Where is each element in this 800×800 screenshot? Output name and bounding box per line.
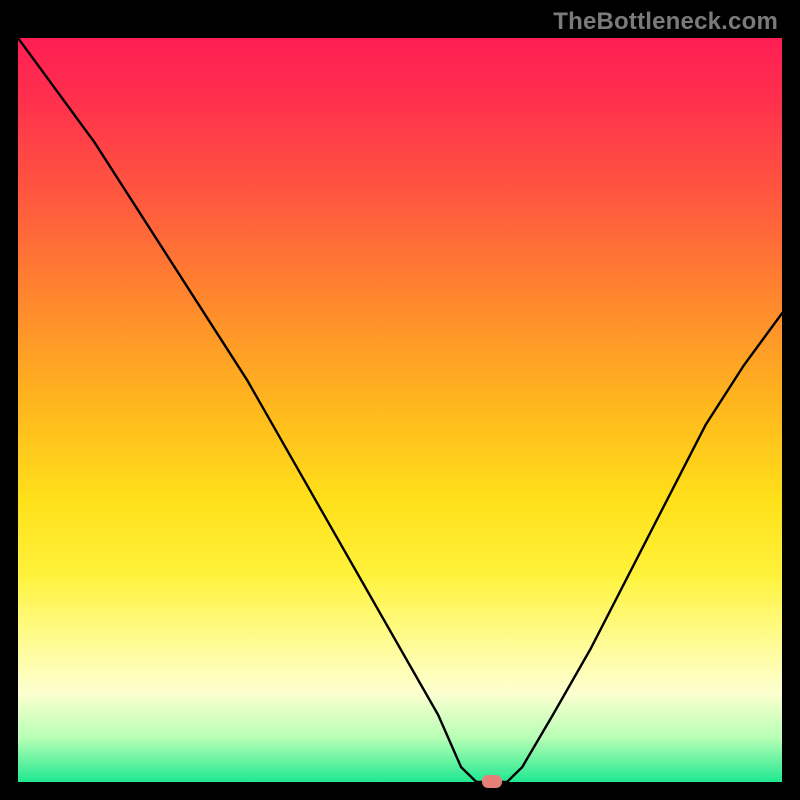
brand-watermark: TheBottleneck.com — [553, 8, 778, 36]
chart-plot-area — [18, 38, 782, 782]
chart-curve — [18, 38, 782, 782]
minimum-marker — [482, 775, 502, 788]
